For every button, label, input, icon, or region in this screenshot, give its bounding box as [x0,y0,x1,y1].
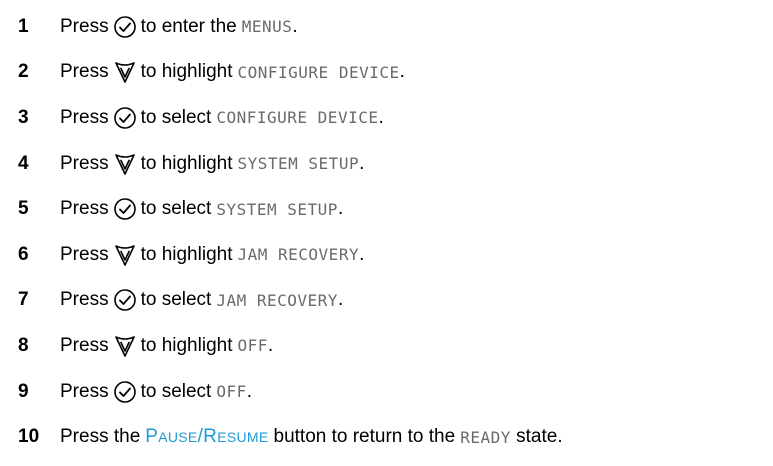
step-text: Press the [60,426,141,448]
step-punct: . [359,243,365,265]
step-5: 5 Press to select SYSTEM SETUP. [18,186,768,232]
step-punct: . [292,15,298,37]
step-number: 6 [18,243,29,265]
button-cap-r: R [203,426,218,448]
step-8: 8 Press to highlight OFF. [18,323,768,369]
menu-term: JAM RECOVERY [237,245,360,265]
menu-term: MENUS [241,17,293,37]
step-10: 10 Press the Pause/Resume button to retu… [18,414,768,460]
menu-term: READY [460,427,511,447]
step-verb: Press [60,198,109,220]
menu-term: OFF [237,336,268,356]
step-number: 4 [18,152,29,174]
step-punct: . [337,198,344,220]
step-text-mid: button to return to the [273,426,456,448]
button-rest-esume: esume [217,429,269,446]
step-punct: . [267,334,274,356]
down-arrow-icon [113,152,137,176]
select-checkmark-icon [113,106,137,130]
down-arrow-icon [113,334,137,358]
step-punct: . [399,61,405,83]
menu-term: CONFIGURE DEVICE [237,62,400,82]
step-punct: . [359,152,365,174]
menu-term: OFF [216,382,247,402]
button-cap-p: P [145,426,159,448]
step-number: 10 [18,426,40,448]
select-checkmark-icon [113,288,137,312]
step-punct: . [378,106,384,128]
menu-term: SYSTEM SETUP [237,154,360,174]
step-number: 7 [18,289,29,311]
step-verb: Press [60,243,109,265]
step-verb: Press [60,334,109,356]
step-7: 7 Press to select JAM RECOVERY. [18,278,768,324]
step-verb: Press [60,106,109,128]
menu-term: JAM RECOVERY [216,290,338,310]
menu-term: CONFIGURE DEVICE [216,108,379,128]
step-punct: . [337,289,344,311]
step-number: 5 [18,198,29,220]
step-text: to select [140,289,212,311]
step-verb: Press [60,380,109,402]
step-number: 3 [18,106,29,128]
step-number: 8 [18,334,29,356]
button-rest-ause: ause [158,429,198,446]
step-text: to select [140,380,212,402]
step-9: 9 Press to select OFF. [18,369,768,415]
step-text: to enter the [140,15,237,37]
step-4: 4 Press to highlight SYSTEM SETUP. [18,141,768,187]
select-checkmark-icon [113,15,137,39]
step-text: to highlight [140,152,233,174]
step-text-end: state. [516,426,563,448]
step-2: 2 Press to highlight CONFIGURE DEVICE. [18,50,768,96]
step-verb: Press [60,61,109,83]
down-arrow-icon [113,243,137,267]
step-text: to select [140,106,212,128]
menu-term: SYSTEM SETUP [216,199,338,219]
step-3: 3 Press to select CONFIGURE DEVICE. [18,95,768,141]
step-1: 1 Press to enter the MENUS. [18,4,768,50]
step-text: to select [140,198,212,220]
step-verb: Press [60,15,109,37]
step-verb: Press [60,289,109,311]
pause-resume-button-label: Pause/Resume [145,426,268,448]
step-6: 6 Press to highlight JAM RECOVERY. [18,232,768,278]
instruction-steps: 1 Press to enter the MENUS. 2 Press to h… [18,4,768,460]
step-text: to highlight [140,243,233,265]
step-text: to highlight [140,334,233,356]
step-number: 9 [18,380,29,402]
down-arrow-icon [113,60,137,84]
select-checkmark-icon [113,380,137,404]
step-verb: Press [60,152,109,174]
step-number: 2 [18,61,29,83]
step-number: 1 [18,15,29,37]
select-checkmark-icon [113,197,137,221]
step-text: to highlight [140,61,233,83]
step-punct: . [246,380,253,402]
